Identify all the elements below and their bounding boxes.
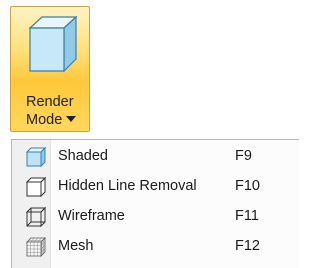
menu-item-shortcut: F10 (235, 178, 260, 194)
menu-item-shaded[interactable]: Shaded F9 (12, 142, 300, 170)
render-mode-label-line1: Render (26, 94, 74, 110)
render-mode-button[interactable]: Render Mode (10, 6, 90, 132)
render-mode-menu: Shaded F9 Hidden Line Removal F10 Wirefr… (11, 139, 299, 268)
menu-item-mesh[interactable]: Mesh F12 (12, 232, 300, 260)
menu-item-label: Wireframe (58, 208, 125, 224)
menu-item-label: Hidden Line Removal (58, 178, 197, 194)
menu-item-shortcut: F11 (235, 208, 259, 224)
menu-item-wireframe[interactable]: Wireframe F11 (12, 202, 300, 230)
menu-item-shortcut: F9 (235, 148, 252, 164)
shaded-cube-icon (28, 15, 78, 73)
menu-item-label: Shaded (58, 148, 108, 164)
mesh-cube-icon (26, 237, 46, 257)
hidden-line-cube-icon (25, 176, 47, 198)
render-mode-label: Render Mode (26, 93, 88, 129)
dropdown-arrow-icon (66, 116, 77, 123)
render-mode-label-line2: Mode (26, 112, 63, 128)
shaded-cube-icon (25, 146, 47, 168)
menu-item-label: Mesh (58, 238, 94, 254)
menu-item-hidden-line-removal[interactable]: Hidden Line Removal F10 (12, 172, 300, 200)
menu-item-shortcut: F12 (235, 238, 260, 254)
wireframe-cube-icon (25, 206, 47, 228)
